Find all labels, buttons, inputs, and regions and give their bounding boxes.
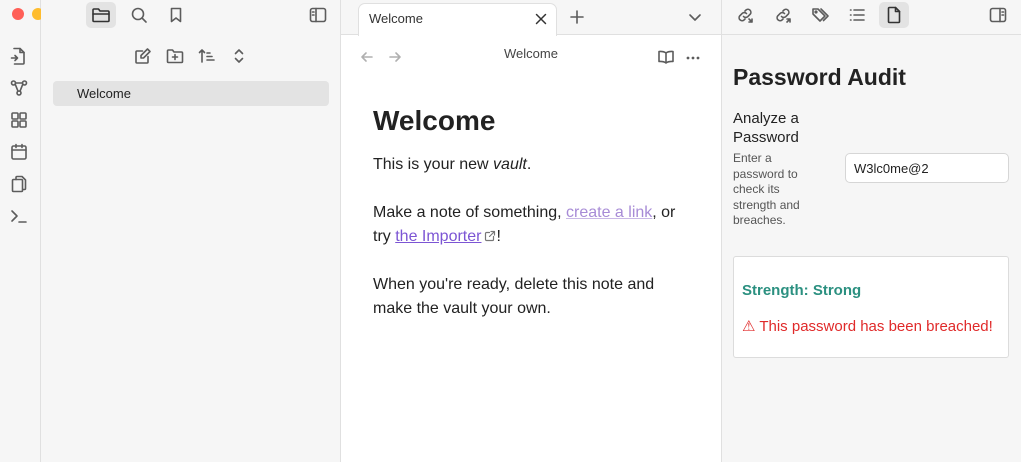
- paragraph-3: When you're ready, delete this note and …: [373, 276, 655, 317]
- setting-name: Analyze a Password: [733, 110, 799, 146]
- tab-label: Welcome: [369, 11, 423, 26]
- folder-icon[interactable]: [86, 2, 116, 28]
- reading-view-icon[interactable]: [657, 49, 675, 65]
- password-input[interactable]: [845, 153, 1009, 183]
- file-properties-icon[interactable]: [879, 2, 909, 28]
- sort-icon[interactable]: [192, 43, 222, 69]
- terminal-icon[interactable]: [9, 206, 29, 226]
- note-content[interactable]: Welcome This is your new vault. Make a n…: [373, 105, 693, 345]
- editor-pane: Welcome Welcome Welcome This is your new…: [341, 0, 722, 462]
- file-switch-icon[interactable]: [9, 46, 29, 66]
- strength-text: Strength: Strong: [742, 282, 862, 299]
- ribbon: [0, 0, 64, 462]
- external-link-icon: [484, 230, 496, 242]
- left-sidebar: Welcome: [41, 0, 341, 462]
- expand-collapse-icon[interactable]: [224, 43, 254, 69]
- right-sidebar-toggle-icon[interactable]: [983, 2, 1013, 28]
- create-link-link[interactable]: create a link: [566, 204, 652, 221]
- emphasis: vault: [493, 156, 527, 173]
- close-tab-icon[interactable]: [535, 13, 547, 25]
- tab-bar: Welcome: [341, 0, 721, 36]
- right-sidebar-header: [722, 0, 1021, 35]
- text: .: [526, 156, 532, 173]
- paragraph-2: Make a note of something, create a link,…: [373, 201, 693, 249]
- new-note-icon[interactable]: [128, 43, 158, 69]
- outgoing-links-icon[interactable]: [768, 2, 798, 28]
- tags-icon[interactable]: [805, 2, 835, 28]
- new-tab-icon[interactable]: [569, 9, 585, 25]
- files-icon[interactable]: [9, 174, 29, 194]
- panel-title: Password Audit: [733, 64, 906, 90]
- bookmark-icon[interactable]: [161, 2, 191, 28]
- close-window-button[interactable]: [12, 8, 24, 20]
- sidebar-toggle-icon[interactable]: [303, 2, 333, 28]
- layout-dashboard-icon[interactable]: [9, 110, 29, 130]
- tab-list-chevron-down-icon[interactable]: [688, 9, 702, 25]
- tab-welcome[interactable]: Welcome: [358, 3, 557, 36]
- calendar-icon[interactable]: [9, 142, 29, 162]
- note-heading: Welcome: [373, 105, 496, 136]
- audit-result-box: Strength: Strong ⚠ This password has bee…: [733, 256, 1009, 358]
- new-folder-icon[interactable]: [160, 43, 190, 69]
- more-options-icon[interactable]: [686, 55, 700, 61]
- setting-description: Enter a password to check its strength a…: [733, 151, 800, 227]
- breach-warning-text: ⚠ This password has been breached!: [742, 318, 993, 335]
- search-icon[interactable]: [124, 2, 154, 28]
- backlinks-icon[interactable]: [730, 2, 760, 28]
- text: This is your new: [373, 156, 494, 173]
- graph-icon[interactable]: [9, 78, 29, 98]
- text: !: [496, 228, 501, 245]
- file-item-welcome[interactable]: Welcome: [53, 81, 329, 106]
- right-sidebar: Password Audit Analyze a Password Enter …: [722, 0, 1021, 462]
- paragraph-1: This is your new vault.: [373, 153, 693, 177]
- text: Make a note of something,: [373, 204, 566, 221]
- outline-icon[interactable]: [842, 2, 872, 28]
- importer-link[interactable]: the Importer: [395, 228, 481, 245]
